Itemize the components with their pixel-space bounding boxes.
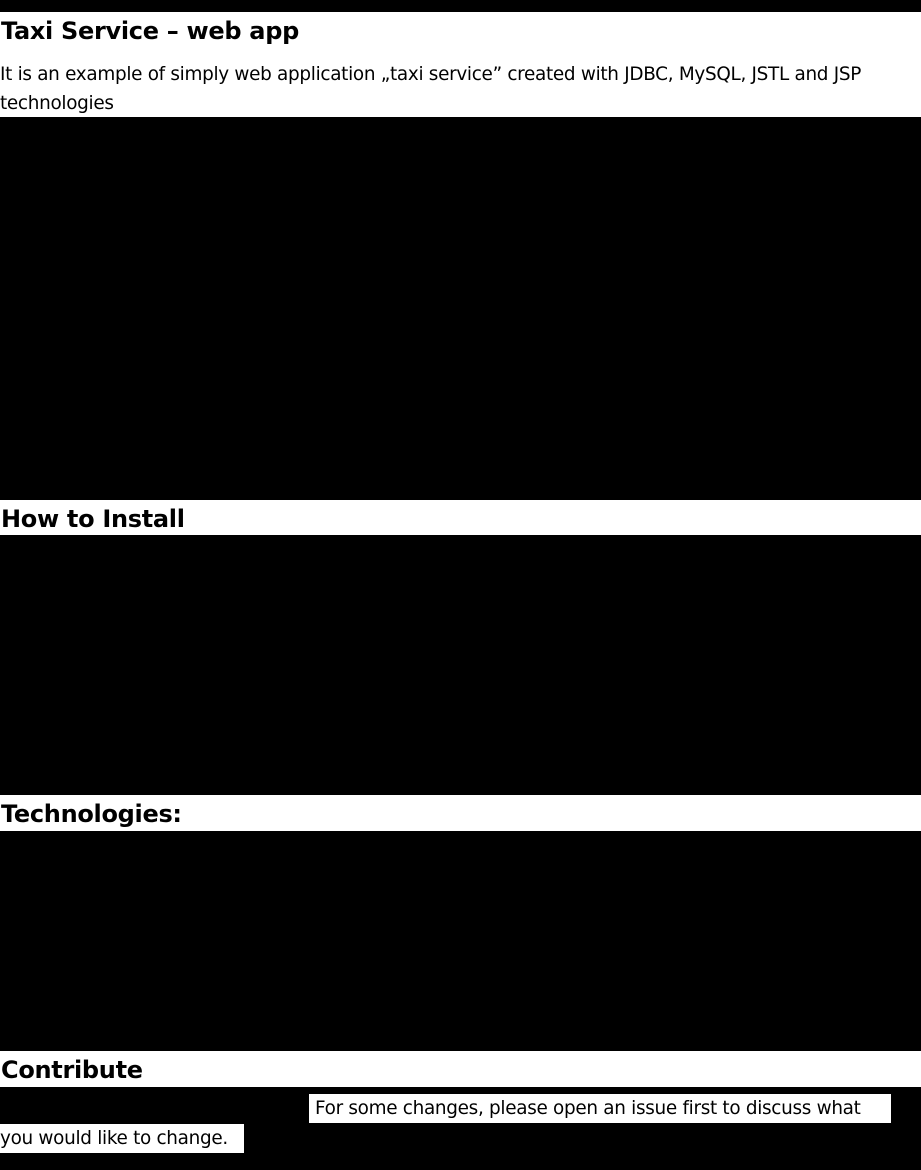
page-title: Taxi Service – web app: [1, 17, 299, 45]
contribute-heading: Contribute: [1, 1056, 143, 1084]
contribute-text-line: you would like to change.: [0, 1124, 244, 1153]
redacted-block: [0, 0, 921, 12]
redacted-block: [0, 831, 921, 1051]
redacted-block: [0, 117, 921, 500]
contribute-text-line: For some changes, please open an issue f…: [309, 1094, 891, 1123]
redacted-block: [0, 535, 921, 795]
intro-paragraph: It is an example of simply web applicati…: [0, 64, 862, 114]
install-heading: How to Install: [1, 505, 185, 533]
technologies-heading: Technologies:: [1, 800, 182, 828]
